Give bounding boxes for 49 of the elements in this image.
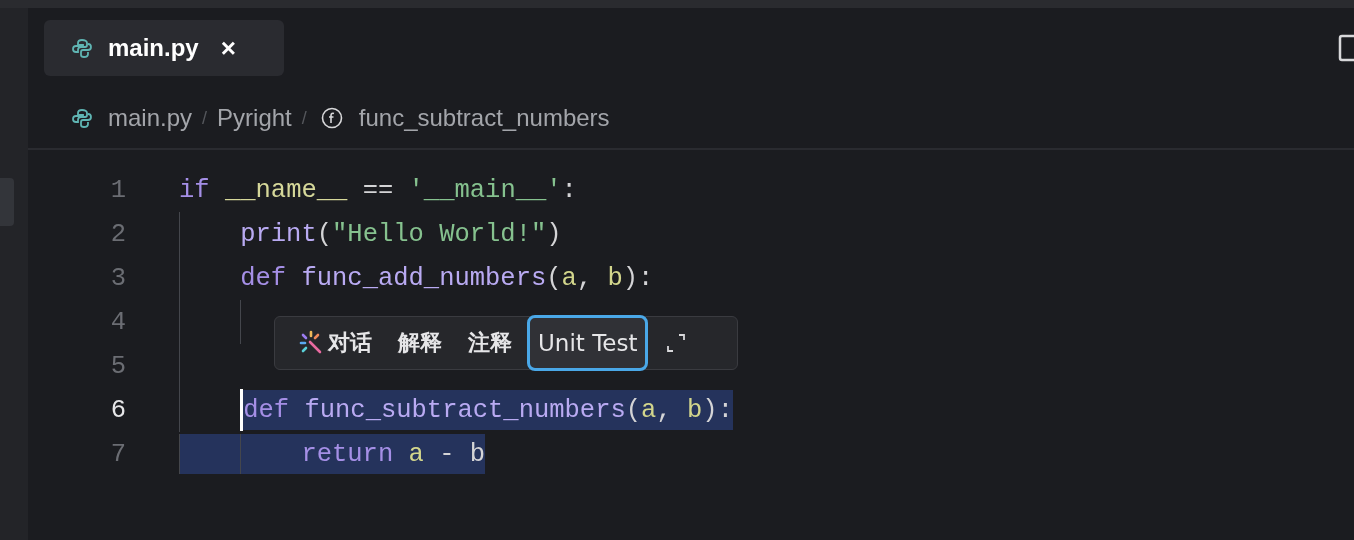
code-token: ):: [702, 390, 733, 430]
breadcrumb-item[interactable]: func_subtract_numbers: [358, 104, 610, 132]
code-token: ,: [656, 390, 687, 430]
line-number: 4: [109, 307, 127, 337]
code-token: func_subtract_numbers: [304, 390, 626, 430]
sparkle-icon: [298, 330, 324, 356]
code-token: ): [546, 218, 562, 251]
tab-label: main.py: [108, 34, 199, 62]
code-token: b: [607, 262, 623, 295]
breadcrumb-item[interactable]: Pyright: [217, 104, 292, 132]
editor-tab[interactable]: main.py ×: [44, 20, 284, 76]
code-token: ):: [622, 262, 654, 295]
line-number: 2: [109, 219, 127, 249]
code-token: return: [301, 434, 409, 474]
code-token: if: [179, 174, 211, 207]
code-token: b: [687, 390, 703, 430]
line-number: 3: [109, 263, 127, 293]
breadcrumb-item[interactable]: main.py: [108, 104, 193, 132]
code-token: ==: [361, 174, 395, 207]
close-button[interactable]: ×: [220, 32, 236, 64]
code-token: "Hello World!": [332, 218, 547, 251]
code-token: __name__: [224, 174, 348, 207]
function-icon: [320, 107, 343, 129]
line-number: 5: [109, 351, 127, 381]
breadcrumb-separator: /: [202, 107, 208, 129]
python-icon: [72, 108, 92, 128]
code-token: func_add_numbers: [301, 262, 547, 295]
chat-button[interactable]: 对话: [287, 317, 383, 369]
code-token: (: [546, 262, 562, 295]
code-token: a: [561, 262, 577, 295]
code-token: a: [641, 390, 657, 430]
code-token: ,: [576, 262, 594, 295]
code-token: '__main__': [408, 174, 562, 207]
panel-icon[interactable]: [1338, 34, 1354, 62]
expand-icon: [665, 332, 688, 354]
code-token: -: [423, 434, 470, 474]
code-token: def: [240, 262, 288, 295]
line-number: 6: [109, 395, 127, 425]
action-button[interactable]: 注释: [457, 317, 523, 369]
code-token: def: [243, 390, 305, 430]
code-token: print: [240, 218, 317, 251]
line-number: 1: [109, 175, 127, 205]
code-token: :: [561, 174, 577, 207]
python-icon: [72, 38, 92, 58]
breadcrumb-separator: /: [301, 107, 307, 129]
action-button[interactable]: Unit Test: [527, 315, 649, 371]
action-button[interactable]: 解释: [387, 317, 453, 369]
code-token: (: [316, 218, 333, 251]
line-number: 7: [109, 439, 127, 469]
